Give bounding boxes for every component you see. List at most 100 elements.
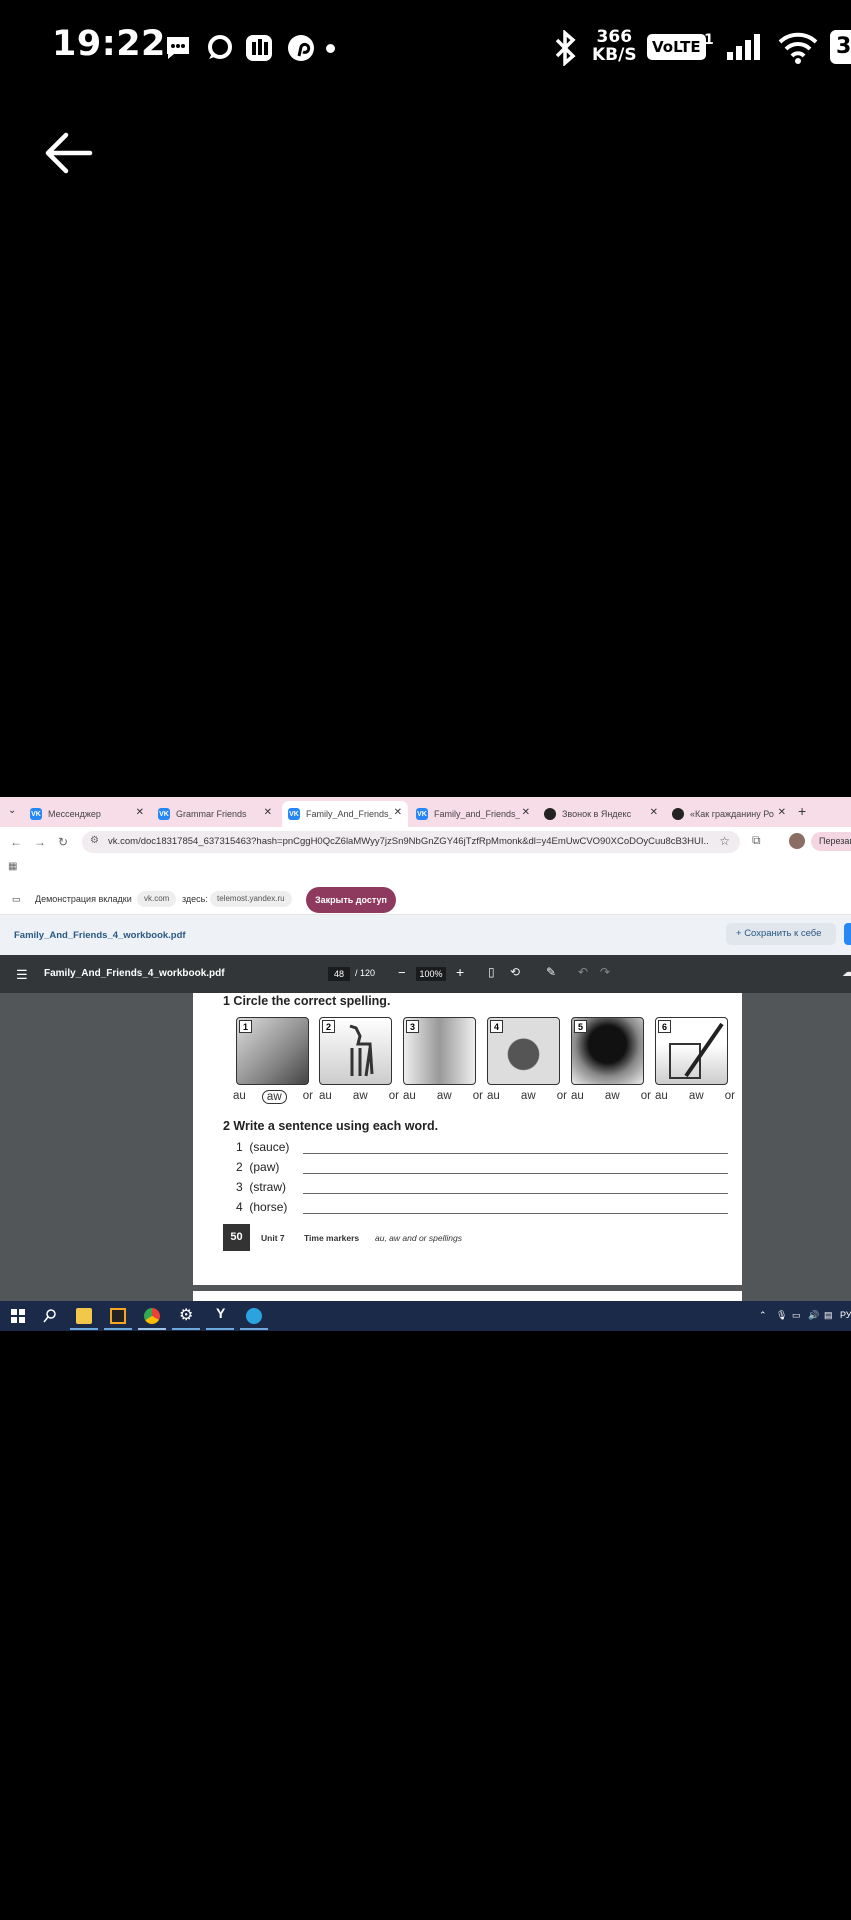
pdf-toolbar: ☰ Family_And_Friends_4_workbook.pdf 48 /… (0, 955, 851, 993)
rotate-icon[interactable]: ⟲ (510, 965, 520, 979)
new-tab-icon[interactable]: + (798, 803, 806, 819)
forward-icon[interactable]: → (34, 835, 46, 849)
close-tab-icon[interactable]: ✕ (650, 807, 658, 818)
address-bar-row: ← → ↻ ⚙ vk.com/doc18317854_637315463?has… (0, 827, 851, 857)
reload-icon[interactable]: ↻ (58, 835, 68, 849)
sentence-row: 4 (horse) (236, 1200, 288, 1214)
answer-line[interactable] (303, 1213, 728, 1214)
vk-icon: VK (30, 808, 42, 820)
zoom-in-icon[interactable]: + (456, 964, 464, 980)
windows-icon[interactable] (10, 1308, 26, 1324)
undo-icon[interactable]: ↶ (578, 965, 588, 979)
chrome-icon[interactable] (144, 1308, 160, 1324)
close-tab-icon[interactable]: ✕ (264, 807, 272, 818)
screen-share-icon: ▭ (12, 894, 21, 904)
apps-grid-icon[interactable]: ▦ (8, 861, 17, 872)
browser-tab-strip: ⌄ VK Мессенджер ✕ VK Grammar Friends ✕ VK Fam… (0, 797, 851, 827)
here-label: здесь: (182, 894, 208, 904)
relaunch-button[interactable]: Перезап (811, 832, 851, 851)
phone-status-bar: 19:22 366 KB/S VoLTE 1 3 (0, 0, 851, 98)
answer-line[interactable] (303, 1173, 728, 1174)
tab-search-chevron-icon[interactable]: ⌄ (8, 805, 16, 816)
target-site: telemost.yandex.ru (210, 891, 292, 907)
pdf-viewer[interactable]: 1 Circle the correct spelling. 1 2 3 4 5… (0, 993, 851, 1301)
close-tab-icon[interactable]: ✕ (136, 807, 144, 818)
messages-icon (167, 37, 189, 59)
vk-icon: VK (416, 808, 428, 820)
active-indicator (70, 1328, 98, 1330)
tab-sharing-banner: ▭ Демонстрация вкладки vk.com здесь: tel… (0, 879, 851, 915)
back-arrow-icon[interactable] (40, 128, 96, 178)
extensions-icon[interactable]: ⧉ (752, 833, 761, 848)
fit-page-icon[interactable]: ▯ (488, 965, 495, 979)
picture-paw: 3 (403, 1017, 476, 1085)
annotate-icon[interactable]: ✎ (546, 965, 556, 979)
tab-family-and-friends-active[interactable]: VK Family_And_Friends_4 ✕ (282, 801, 408, 827)
battery-tray-icon[interactable]: ▭ (792, 1310, 801, 1321)
active-indicator (240, 1328, 268, 1330)
back-icon[interactable]: ← (10, 835, 22, 849)
options-6: au aw or (655, 1090, 735, 1102)
battery-icon: 3 (830, 30, 851, 64)
tab-citizen-article[interactable]: «Как гражданину Ро ✕ (666, 801, 792, 827)
explorer-icon[interactable] (76, 1308, 92, 1324)
close-access-button[interactable]: Закрыть доступ (306, 887, 396, 913)
options-3: au aw or (403, 1090, 483, 1102)
menu-icon[interactable]: ☰ (16, 967, 28, 983)
vk-icon: VK (158, 808, 170, 820)
tab-messenger[interactable]: VK Мессенджер ✕ (24, 801, 150, 827)
answer-line[interactable] (303, 1193, 728, 1194)
tab-grammar-friends[interactable]: VK Grammar Friends ✕ (152, 801, 278, 827)
exercise-1-title: 1 Circle the correct spelling. (223, 994, 391, 1008)
page-number-input[interactable]: 48 (328, 967, 350, 981)
tab-family-and-friends[interactable]: VK Family_and_Friends_4 ✕ (410, 801, 536, 827)
sentence-row: 2 (paw) (236, 1160, 280, 1174)
options-1: au aw or (233, 1090, 313, 1104)
circled-answer[interactable]: aw (261, 1090, 287, 1104)
exercise-2-title: 2 Write a sentence using each word. (223, 1119, 439, 1133)
zoom-input[interactable]: 100% (416, 967, 446, 981)
volume-icon[interactable]: 🔊 (808, 1310, 819, 1321)
answer-line[interactable] (303, 1153, 728, 1154)
sentence-row: 3 (straw) (236, 1180, 287, 1194)
windows-taskbar: ⚙ Y ⌃ 🎙 ▭ 🔊 ▤ РУ (0, 1301, 851, 1331)
close-tab-icon[interactable]: ✕ (394, 807, 402, 818)
pinterest-icon (288, 35, 314, 61)
picture-sauce: 1 (236, 1017, 309, 1085)
app-icon[interactable] (110, 1308, 126, 1324)
search-icon[interactable] (42, 1308, 58, 1324)
telegram-icon[interactable] (246, 1308, 262, 1324)
download-button[interactable] (844, 923, 851, 945)
plus-icon: + (736, 928, 745, 939)
page-total: / 120 (355, 968, 376, 978)
tray-chevron-icon[interactable]: ⌃ (759, 1310, 767, 1321)
redo-icon[interactable]: ↷ (600, 965, 610, 979)
site-settings-icon[interactable]: ⚙ (90, 835, 99, 846)
avatar[interactable] (789, 833, 805, 849)
close-tab-icon[interactable]: ✕ (522, 807, 530, 818)
active-indicator (206, 1328, 234, 1330)
yandex-icon[interactable]: Y (216, 1305, 225, 1321)
footer-topic: Time markers (304, 1233, 360, 1243)
more-notifications-dot (326, 44, 335, 53)
cloud-icon[interactable]: ☁ (842, 965, 851, 979)
tab-yandex-call[interactable]: Звонок в Яндекс ✕ (538, 801, 664, 827)
sentence-row: 1 (sauce) (236, 1140, 290, 1154)
doc-title[interactable]: Family_And_Friends_4_workbook.pdf (14, 930, 186, 941)
shared-screen-image: ⌄ VK Мессенджер ✕ VK Grammar Friends ✕ VK Fam… (0, 797, 851, 1331)
zoom-out-icon[interactable]: − (398, 965, 406, 980)
options-5: au aw or (571, 1090, 651, 1102)
language-indicator[interactable]: РУ (840, 1310, 851, 1320)
options-4: au aw or (487, 1090, 567, 1102)
network-speed: 366 KB/S (592, 27, 637, 65)
vk-icon: VK (288, 808, 300, 820)
network-tray-icon[interactable]: ▤ (824, 1310, 833, 1321)
microphone-icon[interactable]: 🎙 (776, 1310, 787, 1321)
save-to-mine-button[interactable]: + Сохранить к себе (726, 923, 836, 945)
settings-icon[interactable]: ⚙ (179, 1305, 193, 1325)
wifi-icon (778, 32, 818, 64)
close-tab-icon[interactable]: ✕ (778, 807, 786, 818)
url-field[interactable]: ⚙ vk.com/doc18317854_637315463?hash=pnCg… (82, 831, 740, 853)
bookmark-star-icon[interactable]: ☆ (719, 834, 730, 848)
active-indicator (172, 1328, 200, 1330)
